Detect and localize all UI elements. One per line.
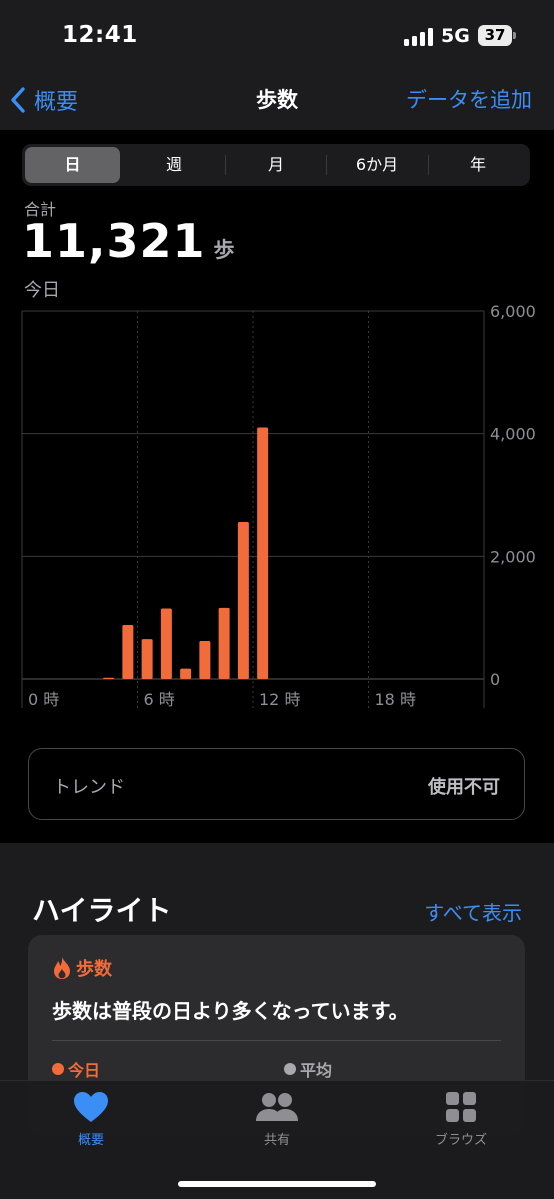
y-tick-label: 6,000	[490, 302, 536, 321]
steps-bar	[103, 677, 115, 679]
flame-icon	[54, 957, 70, 979]
back-label: 概要	[34, 90, 79, 115]
steps-bar	[122, 625, 134, 679]
trend-value: 使用不可	[428, 777, 500, 798]
segment-day[interactable]: 日	[25, 147, 120, 183]
legend-dot	[284, 1063, 296, 1075]
steps-bar	[257, 427, 269, 679]
x-tick-label: 6 時	[144, 690, 175, 709]
y-tick-label: 4,000	[490, 425, 536, 444]
highlights-title: ハイライト	[32, 894, 172, 927]
see-all-link[interactable]: すべて表示	[424, 897, 522, 926]
back-button[interactable]: 概要	[10, 78, 78, 122]
legend-average: 平均	[284, 1057, 332, 1081]
segment-month[interactable]: 月	[226, 147, 326, 183]
x-tick-label: 12 時	[259, 690, 300, 709]
total-steps: 11,321 歩	[22, 214, 235, 268]
divider	[52, 1040, 501, 1041]
legend-today-label: 今日	[68, 1061, 101, 1080]
status-time: 12:41	[62, 22, 138, 48]
navigation-bar: 概要 歩数 データを追加	[0, 70, 554, 130]
network-type: 5G	[441, 25, 470, 47]
trend-card[interactable]: トレンド 使用不可	[28, 748, 525, 820]
highlight-text: 歩数は普段の日より多くなっています。	[52, 999, 409, 1023]
trend-label: トレンド	[53, 777, 125, 798]
highlight-category: 歩数	[52, 955, 112, 981]
total-unit: 歩	[213, 238, 235, 262]
legend-average-label: 平均	[300, 1061, 333, 1080]
status-bar: 12:41 5G 37	[0, 0, 554, 70]
people-icon	[256, 1093, 298, 1121]
tab-summary-label: 概要	[77, 1133, 104, 1148]
steps-bar	[218, 607, 230, 679]
heart-icon	[74, 1092, 108, 1122]
tab-bar: 概要 共有 ブラウズ	[0, 1080, 554, 1199]
legend-today: 今日	[52, 1057, 100, 1081]
steps-bar-chart[interactable]: 6,000 4,000 2,000 0 0 時 6 時 12 時 18 時	[0, 300, 554, 720]
battery-icon: 37	[478, 25, 516, 46]
steps-bar	[199, 640, 211, 679]
period-segmented-control: 日 週 月 6か月 年	[22, 144, 530, 186]
x-tick-label: 18 時	[375, 690, 416, 709]
highlight-category-label: 歩数	[76, 959, 112, 980]
cellular-signal-icon	[404, 28, 434, 46]
steps-bar	[160, 608, 172, 679]
chevron-left-icon	[11, 87, 25, 113]
add-data-button[interactable]: データを追加	[406, 84, 532, 114]
y-tick-label: 0	[490, 670, 500, 689]
date-label: 今日	[24, 280, 60, 301]
total-value: 11,321	[22, 214, 206, 268]
steps-bar	[180, 668, 192, 679]
grid-icon	[446, 1092, 476, 1122]
y-tick-label: 2,000	[490, 547, 536, 566]
tab-sharing-label: 共有	[263, 1133, 290, 1148]
tab-browse-label: ブラウズ	[434, 1133, 487, 1148]
segment-week[interactable]: 週	[124, 147, 224, 183]
tab-browse[interactable]: ブラウズ	[406, 1091, 516, 1148]
home-indicator	[178, 1181, 376, 1187]
segment-year[interactable]: 年	[429, 147, 527, 183]
steps-bar	[141, 639, 153, 679]
segment-six-months[interactable]: 6か月	[327, 147, 427, 183]
tab-sharing[interactable]: 共有	[222, 1091, 332, 1148]
x-tick-label: 0 時	[28, 690, 59, 709]
tab-summary[interactable]: 概要	[36, 1091, 146, 1148]
legend-dot	[52, 1063, 64, 1075]
steps-bar	[237, 521, 249, 679]
